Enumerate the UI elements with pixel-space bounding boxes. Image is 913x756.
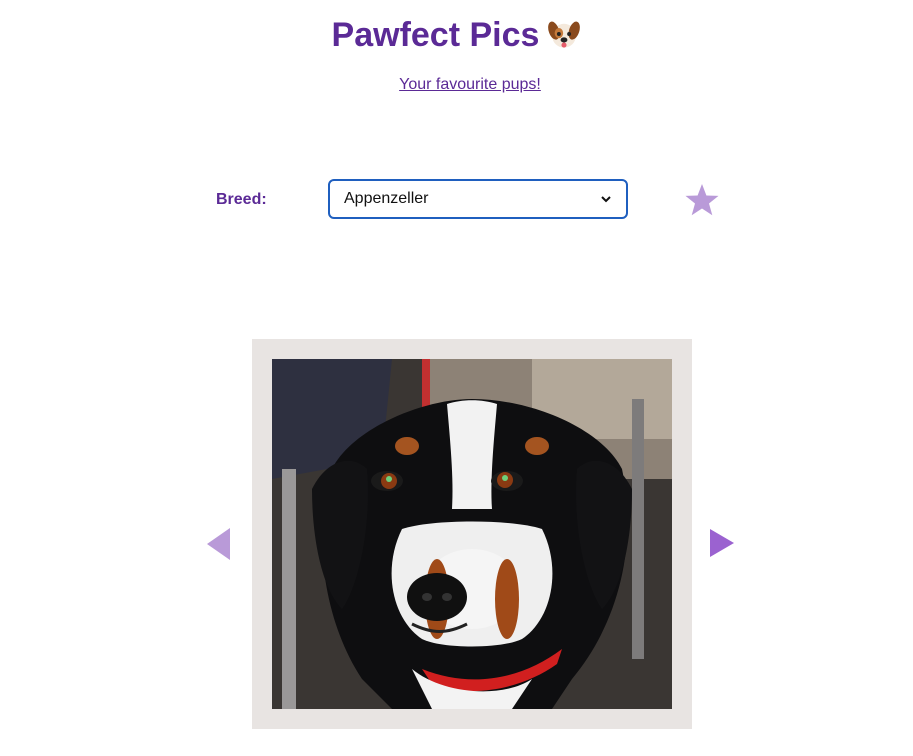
favourites-link[interactable]: Your favourite pups! (0, 76, 913, 94)
page: Pawfect Pics Your favourite pups! Breed:… (0, 0, 913, 756)
breed-label: Breed: (216, 191, 267, 208)
app-title: Pawfect Pics (331, 16, 540, 54)
star-icon[interactable] (684, 182, 720, 218)
breed-selected-value: Appenzeller (344, 190, 429, 207)
chevron-down-icon (601, 196, 611, 203)
dog-photo (272, 359, 672, 709)
next-arrow-icon[interactable] (709, 528, 735, 558)
page-title: Pawfect Pics (0, 14, 913, 56)
breed-select[interactable]: Appenzeller (328, 179, 628, 219)
dog-face-icon (548, 21, 581, 48)
previous-arrow-icon[interactable] (206, 527, 232, 561)
photo-frame (252, 339, 692, 729)
dog-illustration (272, 359, 672, 709)
